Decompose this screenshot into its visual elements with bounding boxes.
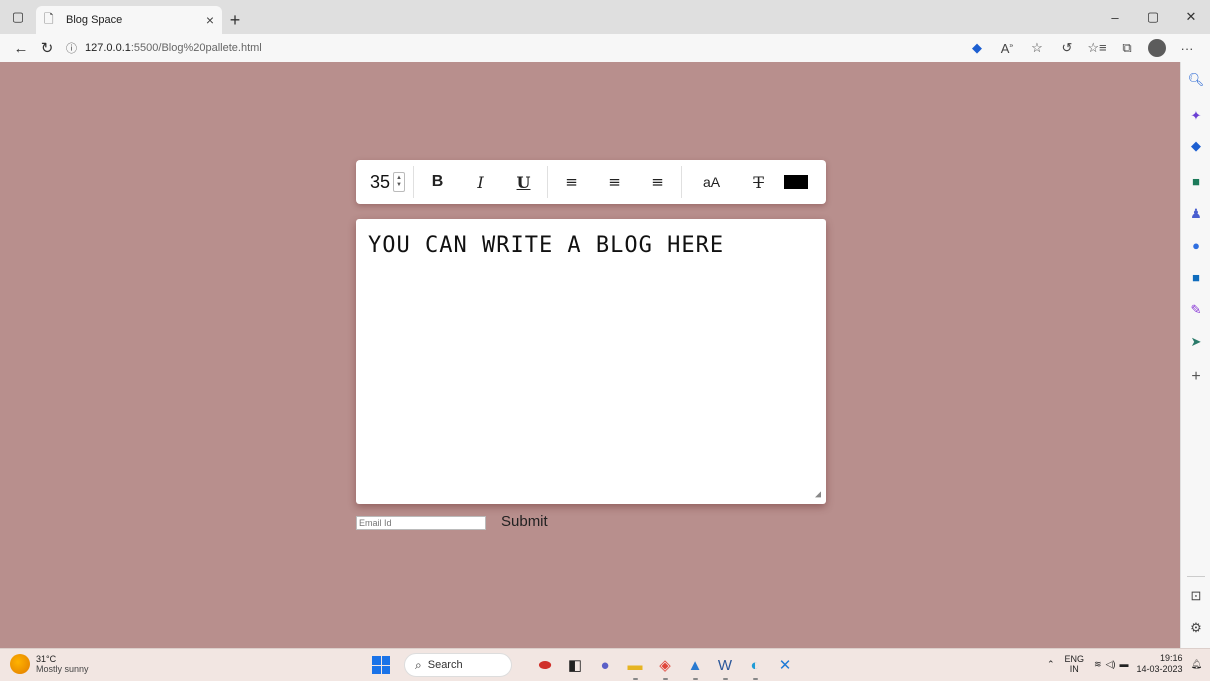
align-center-icon[interactable]: ≡ xyxy=(642,173,673,191)
copilot-icon[interactable]: ✦ xyxy=(1181,108,1210,124)
tab-title: Blog Space xyxy=(66,14,123,26)
clock-date: 14-03-2023 xyxy=(1136,664,1183,674)
system-tray: ⌃ ENG IN ≋ ◁) ▬ 19:16 14-03-2023 🔔︎ xyxy=(1047,653,1202,675)
windows-start-icon[interactable] xyxy=(372,656,390,674)
word-icon[interactable]: W xyxy=(710,653,740,680)
align-left-icon[interactable]: ≡ xyxy=(556,173,587,191)
chat-icon[interactable]: ● xyxy=(590,653,620,677)
url-field[interactable]: ⓘ 127.0.0.1:5500/Blog%20pallete.html xyxy=(66,37,896,59)
collections-icon[interactable]: ⧉ xyxy=(1112,40,1142,56)
brave-icon[interactable]: ◈ xyxy=(650,653,680,680)
font-size-spinner[interactable]: ▲ ▼ xyxy=(393,172,406,192)
tag-icon[interactable]: ◆ xyxy=(962,40,992,56)
close-window-icon[interactable]: ✕ xyxy=(1172,0,1210,34)
page-icon: 🗋 xyxy=(44,11,54,26)
browser-tab-bar: ▢ 🗋 Blog Space × + – ▢ ✕ xyxy=(0,0,1210,34)
edge-icon[interactable]: ◐ xyxy=(740,653,770,680)
close-tab-icon[interactable]: × xyxy=(206,12,214,28)
weather-widget[interactable]: 31°C Mostly sunny xyxy=(10,654,89,674)
blog-editor[interactable]: YOU CAN WRITE A BLOG HERE ◢ xyxy=(356,219,826,504)
tray-overflow-icon[interactable]: ⌃ xyxy=(1047,659,1055,670)
toolbar-divider xyxy=(413,166,415,198)
game-app-icon[interactable]: ⬬ xyxy=(530,653,560,677)
weather-temperature: 31°C xyxy=(36,654,57,664)
read-aloud-icon[interactable]: A» xyxy=(992,41,1022,56)
toolbar-divider xyxy=(681,166,683,198)
battery-icon[interactable]: ▬ xyxy=(1120,659,1129,669)
profile-avatar[interactable] xyxy=(1148,39,1166,57)
settings-icon[interactable]: ⚙ xyxy=(1181,620,1210,636)
site-info-icon[interactable]: ⓘ xyxy=(66,40,77,56)
search-icon: ⌕ xyxy=(415,657,422,672)
align-right-icon[interactable]: ≡ xyxy=(599,173,630,191)
outlook-icon[interactable]: ■ xyxy=(1181,270,1210,285)
language-region: IN xyxy=(1069,664,1079,674)
toolbar-divider xyxy=(547,166,549,198)
language-code: ENG xyxy=(1064,654,1085,664)
office-icon[interactable]: ● xyxy=(1181,238,1210,253)
add-icon[interactable]: + xyxy=(1181,368,1210,386)
language-indicator[interactable]: ENG IN xyxy=(1065,654,1085,674)
taskbar-search-label: Search xyxy=(427,659,463,671)
file-explorer-icon[interactable]: ▬ xyxy=(620,653,650,680)
more-icon[interactable]: ··· xyxy=(1172,41,1202,56)
submit-button[interactable]: Submit xyxy=(501,513,548,530)
browser-toolbar-icons: ◆ A» ☆ ↺ ☆≡ ⧉ ··· xyxy=(962,39,1210,57)
tab-actions-icon[interactable]: ▢ xyxy=(0,0,36,34)
refresh-icon[interactable]: ↻ xyxy=(34,39,60,57)
url-path: :5500/Blog%20pallete.html xyxy=(130,42,262,54)
resize-handle-icon[interactable]: ◢ xyxy=(815,489,822,500)
back-icon[interactable]: ← xyxy=(8,40,34,57)
address-bar-row: ← ↻ ⓘ 127.0.0.1:5500/Blog%20pallete.html… xyxy=(0,34,1210,62)
games-icon[interactable]: ♟ xyxy=(1181,206,1210,222)
notifications-icon[interactable]: 🔔︎ xyxy=(1191,659,1202,670)
task-view-icon[interactable]: ◧ xyxy=(560,653,590,677)
split-screen-icon[interactable]: ⊡ xyxy=(1181,588,1210,604)
refresh-extension-icon[interactable]: ↺ xyxy=(1052,40,1082,56)
taskbar-apps: ⌕ Search ⬬ ◧ ● ▬ ◈ ▲ W ◐ ✕ xyxy=(372,653,800,680)
designer-icon[interactable]: ✎ xyxy=(1181,302,1210,318)
tag-icon[interactable]: ◆ xyxy=(1181,138,1210,154)
browser-sidebar: 🔍︎ ✦ ◆ ■ ♟ ● ■ ✎ ➤ + ⊡ ⚙ xyxy=(1180,62,1210,648)
font-size-value: 35 xyxy=(370,171,391,192)
vscode-icon[interactable]: ✕ xyxy=(770,653,800,677)
wifi-icon[interactable]: ≋ xyxy=(1094,659,1102,670)
clock[interactable]: 19:16 14-03-2023 xyxy=(1137,653,1183,675)
sidebar-divider xyxy=(1187,576,1205,577)
underline-button[interactable]: U xyxy=(508,173,539,192)
url-host: 127.0.0.1 xyxy=(85,42,131,54)
formatting-toolbar: 35 ▲ ▼ B I U ≡ ≡ ≡ aA T xyxy=(356,160,826,204)
new-tab-icon[interactable]: + xyxy=(222,6,248,34)
window-controls: – ▢ ✕ xyxy=(1096,0,1210,34)
change-case-button[interactable]: aA xyxy=(696,174,727,190)
clear-format-icon[interactable]: T xyxy=(743,173,774,192)
briefcase-icon[interactable]: ■ xyxy=(1181,174,1210,189)
weather-condition: Mostly sunny xyxy=(36,664,89,674)
taskbar: 31°C Mostly sunny ⌕ Search ⬬ ◧ ● ▬ ◈ ▲ W… xyxy=(0,648,1210,681)
search-icon[interactable]: 🔍︎ xyxy=(1181,72,1210,88)
browser-tab[interactable]: 🗋 Blog Space × xyxy=(36,6,222,34)
taskbar-search[interactable]: ⌕ Search xyxy=(404,653,512,677)
clock-time: 19:16 xyxy=(1160,653,1183,663)
photos-icon[interactable]: ▲ xyxy=(680,653,710,680)
email-input[interactable] xyxy=(356,516,486,530)
send-icon[interactable]: ➤ xyxy=(1181,334,1210,350)
weather-sun-icon xyxy=(10,654,30,674)
italic-button[interactable]: I xyxy=(465,173,496,192)
text-color-swatch[interactable] xyxy=(784,175,809,189)
restore-icon[interactable]: ▢ xyxy=(1134,0,1172,34)
favorites-icon[interactable]: ☆≡ xyxy=(1082,40,1112,56)
volume-icon[interactable]: ◁) xyxy=(1106,659,1116,670)
font-size-stepper[interactable]: 35 ▲ ▼ xyxy=(370,171,406,193)
bold-button[interactable]: B xyxy=(422,173,453,191)
editor-content: YOU CAN WRITE A BLOG HERE xyxy=(368,233,725,258)
minimize-icon[interactable]: – xyxy=(1096,0,1134,34)
favorite-star-icon[interactable]: ☆ xyxy=(1022,40,1052,56)
